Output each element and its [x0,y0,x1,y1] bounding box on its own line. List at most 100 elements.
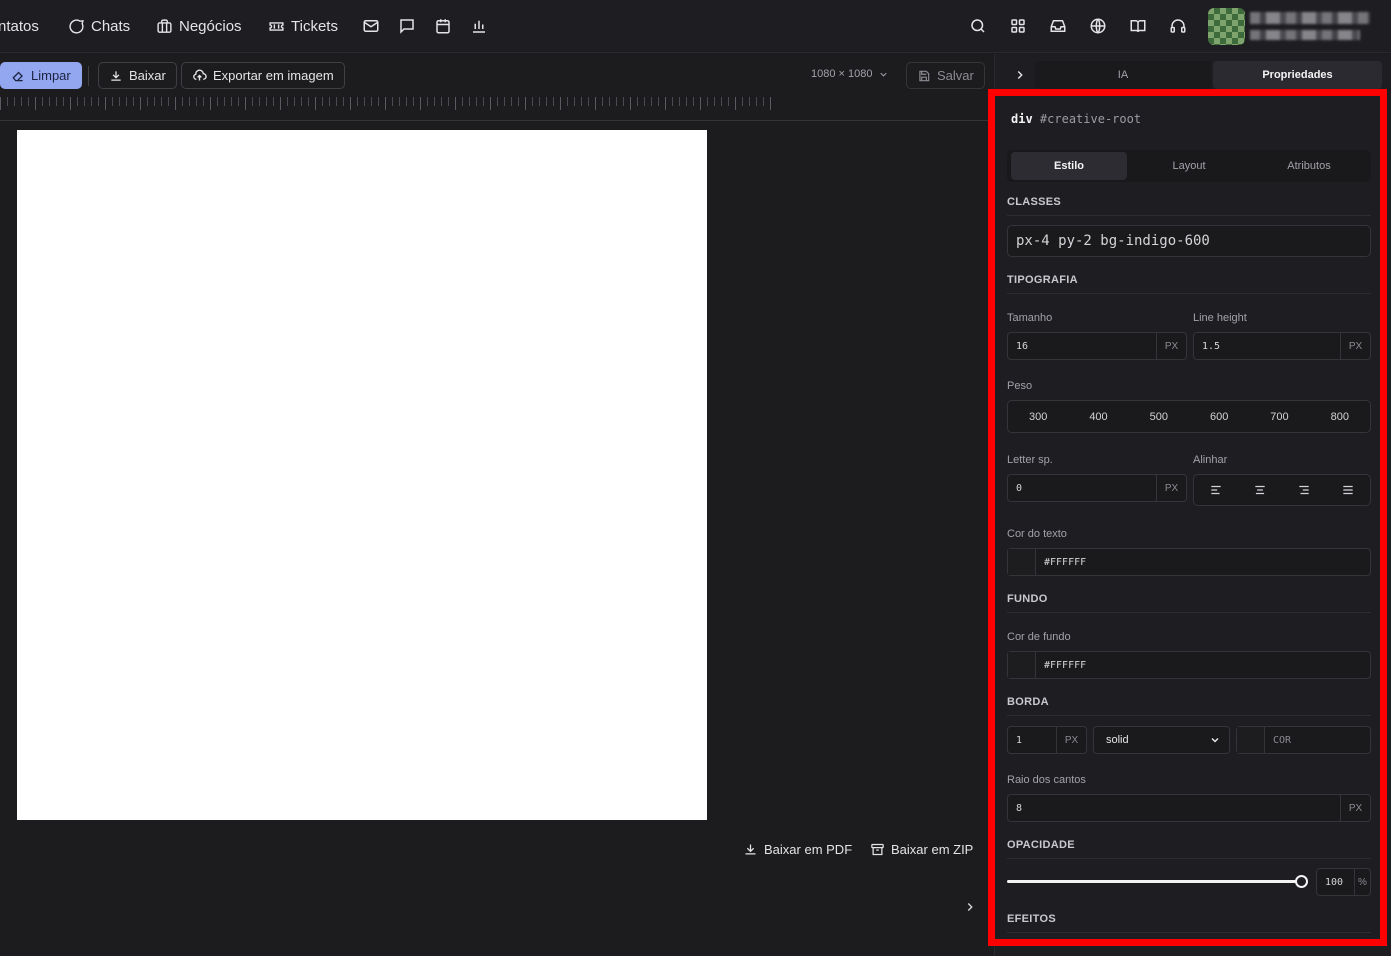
clear-button[interactable]: Limpar [0,62,82,89]
download-pdf-link[interactable]: Baixar em PDF [743,842,852,857]
text-color-label: Cor do texto [1007,528,1067,540]
export-image-button[interactable]: Exportar em imagem [181,62,345,89]
section-efeitos: EFEITOS [1007,913,1371,933]
chat-bubble-icon [68,18,85,35]
line-height-input[interactable]: 1.5 PX [1193,332,1371,360]
style-subtabs: Estilo Layout Atributos [1007,150,1371,182]
opacity-input[interactable]: 100 % [1316,868,1371,896]
user-email-blurred [1250,30,1360,40]
headset-icon[interactable] [1169,17,1187,35]
align-right-icon[interactable] [1282,475,1326,505]
text-color-input[interactable]: #FFFFFF [1007,548,1371,576]
weight-option[interactable]: 300 [1008,401,1068,432]
letter-spacing-unit: PX [1156,475,1186,501]
subtab-estilo[interactable]: Estilo [1011,152,1127,180]
calendar-icon[interactable] [434,17,452,35]
avatar[interactable] [1208,8,1245,45]
book-icon[interactable] [1129,17,1147,35]
bg-color-label: Cor de fundo [1007,631,1071,643]
chevron-right-icon[interactable] [963,900,977,914]
border-color-placeholder: COR [1273,734,1292,746]
letter-spacing-input[interactable]: 0 PX [1007,474,1187,502]
subtab-atributos[interactable]: Atributos [1251,152,1367,180]
weight-option[interactable]: 500 [1129,401,1189,432]
opacity-value: 100 [1325,876,1344,888]
ticket-icon [268,18,285,35]
user-name-blurred [1250,12,1370,24]
archive-icon [870,842,885,857]
save-icon [917,69,931,83]
zip-label: Baixar em ZIP [891,842,974,857]
align-justify-icon[interactable] [1326,475,1370,505]
font-size-input[interactable]: 16 PX [1007,332,1187,360]
clear-label: Limpar [31,68,71,83]
weight-option[interactable]: 700 [1249,401,1309,432]
toolbar-divider [88,66,89,86]
element-tag: div [1011,112,1033,126]
download-button[interactable]: Baixar [98,62,177,89]
message-square-icon[interactable] [398,17,416,35]
border-style-select[interactable]: solid [1093,726,1230,754]
bg-color-input[interactable]: #FFFFFF [1007,651,1371,679]
apps-grid-icon[interactable] [1009,17,1027,35]
inbox-icon[interactable] [1049,17,1067,35]
tab-propriedades[interactable]: Propriedades [1213,61,1382,89]
classes-input[interactable]: px-4 py-2 bg-indigo-600 [1007,225,1371,257]
line-height-value: 1.5 [1202,340,1221,352]
color-swatch[interactable] [1008,652,1036,678]
text-color-value: #FFFFFF [1044,556,1087,568]
nav-label: Chats [91,17,131,35]
weight-option[interactable]: 600 [1189,401,1249,432]
font-size-value: 16 [1016,340,1029,352]
font-weight-label: Peso [1007,380,1033,392]
weight-option[interactable]: 800 [1310,401,1370,432]
section-classes: CLASSES [1007,196,1371,216]
section-opacidade: OPACIDADE [1007,839,1371,859]
nav-tickets[interactable]: Tickets [268,16,338,36]
color-swatch[interactable] [1008,549,1036,575]
opacity-slider-thumb[interactable] [1295,875,1308,888]
radius-input[interactable]: 8 PX [1007,794,1371,822]
border-style-value: solid [1106,734,1129,746]
globe-icon[interactable] [1089,17,1107,35]
align-left-icon[interactable] [1194,475,1238,505]
creative-canvas[interactable] [17,130,707,820]
nav-chats[interactable]: Chats [68,16,130,36]
chevron-down-icon [1209,734,1221,746]
radius-label: Raio dos cantos [1007,774,1086,786]
bar-chart-icon[interactable] [470,17,488,35]
download-zip-link[interactable]: Baixar em ZIP [870,842,973,857]
eraser-icon [11,69,25,83]
subtab-layout[interactable]: Layout [1131,152,1247,180]
opacity-unit: % [1354,869,1370,895]
border-width-input[interactable]: 1 PX [1007,726,1087,754]
align-center-icon[interactable] [1238,475,1282,505]
canvas-size-label: 1080 × 1080 [811,68,873,80]
letter-spacing-value: 0 [1016,482,1023,494]
font-size-label: Tamanho [1007,312,1053,324]
nav-label: ntatos [0,17,39,35]
border-width-value: 1 [1016,734,1023,746]
radius-value: 8 [1016,802,1023,814]
color-swatch[interactable] [1237,727,1265,753]
border-color-input[interactable]: COR [1236,726,1371,754]
nav-negocios[interactable]: Negócios [156,16,242,36]
pdf-label: Baixar em PDF [764,842,853,857]
align-label: Alinhar [1193,454,1228,466]
download-icon [109,69,123,83]
chevron-down-icon [878,69,889,80]
save-button[interactable]: Salvar [906,62,985,89]
collapse-panel-icon[interactable] [1013,68,1027,82]
canvas-size-select[interactable]: 1080 × 1080 [811,68,889,80]
search-icon[interactable] [969,17,987,35]
briefcase-icon [156,18,173,35]
tab-ia[interactable]: IA [1035,61,1211,89]
section-fundo: FUNDO [1007,593,1371,613]
export-label: Exportar em imagem [213,68,334,83]
mail-icon[interactable] [362,17,380,35]
opacity-slider-track[interactable] [1007,880,1302,883]
ruler-major-ticks [0,97,772,110]
nav-contatos[interactable]: ntatos [0,16,39,36]
weight-option[interactable]: 400 [1068,401,1128,432]
line-height-label: Line height [1193,312,1247,324]
